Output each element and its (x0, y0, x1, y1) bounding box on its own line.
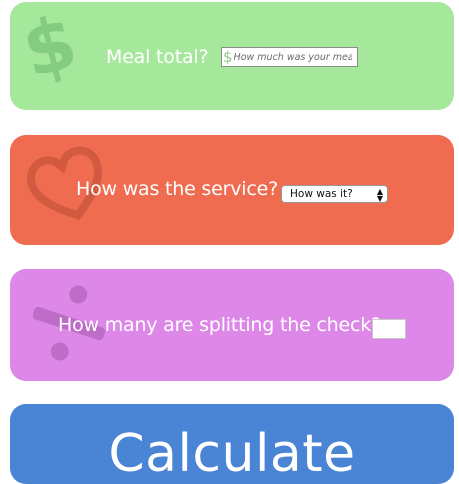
service-label: How was the service? (76, 178, 278, 200)
service-card: How was the service? How was it? ▲ ▼ (10, 135, 454, 245)
split-count-input[interactable] (372, 319, 406, 339)
meal-total-field[interactable]: $ (221, 47, 358, 67)
calculate-label: Calculate (108, 424, 356, 484)
split-label: How many are splitting the check? (58, 314, 381, 336)
currency-prefix: $ (223, 47, 233, 66)
service-select-value: How was it? (290, 188, 353, 200)
meal-total-card: $ Meal total? $ (10, 2, 454, 110)
split-card: How many are splitting the check? (10, 269, 454, 381)
select-arrows-icon: ▲ ▼ (376, 187, 383, 203)
meal-total-label: Meal total? (106, 46, 209, 68)
service-select[interactable]: How was it? ▲ ▼ (281, 185, 388, 203)
dollar-icon: $ (14, 2, 86, 95)
meal-total-input[interactable] (233, 49, 352, 65)
calculate-button[interactable]: Calculate (10, 404, 454, 484)
